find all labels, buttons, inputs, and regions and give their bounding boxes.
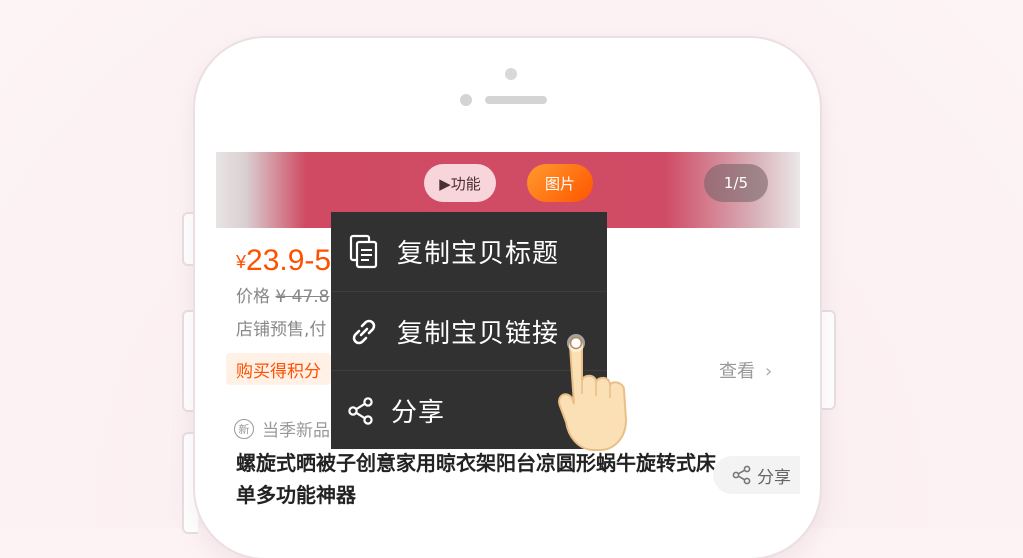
proximity-sensor <box>460 94 472 106</box>
tab-function[interactable]: ▶功能 <box>424 164 496 202</box>
menu-item-label: 复制宝贝链接 <box>397 319 560 349</box>
original-price-label: 价格 <box>236 287 270 307</box>
chevron-right-icon: › <box>765 361 773 382</box>
link-icon <box>331 315 397 349</box>
menu-item-label: 复制宝贝标题 <box>397 239 560 269</box>
share-icon <box>732 465 751 485</box>
presale-info: 店铺预售,付 <box>236 320 327 340</box>
price: ¥23.9-5 <box>236 244 331 278</box>
share-label: 分享 <box>757 467 791 488</box>
new-arrival-label: 当季新品 <box>262 421 330 441</box>
tab-pictures[interactable]: 图片 <box>527 164 593 202</box>
copy-document-icon <box>331 234 397 270</box>
menu-item-copy-title[interactable]: 复制宝贝标题 <box>331 212 607 291</box>
view-label: 查看 <box>719 361 755 382</box>
image-counter: 1/5 <box>704 164 768 202</box>
original-price: 价格 ¥ 47.8 <box>236 282 329 307</box>
points-badge[interactable]: 购买得积分 <box>226 353 331 385</box>
original-price-value: ¥ 47.8 <box>275 287 330 307</box>
new-arrival-tag: 新 当季新品 <box>234 416 330 441</box>
front-camera <box>505 68 517 80</box>
tap-hand-icon <box>558 334 628 451</box>
phone-power-button <box>820 310 836 410</box>
price-value: 23.9-5 <box>246 244 332 277</box>
earpiece-speaker <box>485 96 547 104</box>
share-button[interactable]: 分享 <box>713 456 800 494</box>
new-badge-icon: 新 <box>234 418 254 439</box>
menu-item-label: 分享 <box>391 398 446 428</box>
view-link[interactable]: 查看 › <box>719 357 772 383</box>
share-icon <box>331 395 391 427</box>
currency-symbol: ¥ <box>236 252 247 272</box>
